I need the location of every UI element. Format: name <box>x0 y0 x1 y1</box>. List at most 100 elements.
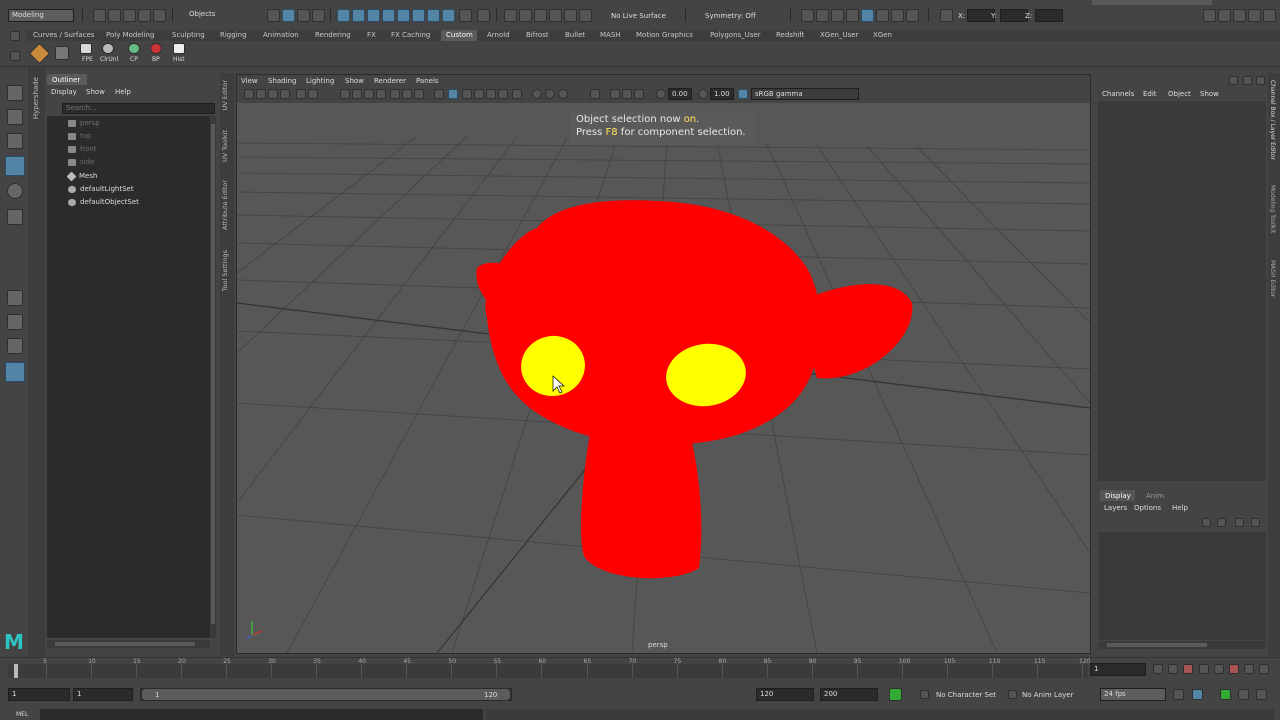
viewport-menu-shading[interactable]: Shading <box>268 76 296 86</box>
rotate-tool-icon[interactable] <box>7 183 23 199</box>
shelf-tab-arnold[interactable]: Arnold <box>487 30 510 41</box>
channel-box-icon-b[interactable] <box>1243 76 1252 85</box>
new-empty-layer-icon[interactable] <box>1235 518 1244 527</box>
render-settings-icon[interactable] <box>846 9 859 22</box>
redo-icon[interactable] <box>153 9 166 22</box>
layer-menu-help[interactable]: Help <box>1172 503 1188 513</box>
keys-icon[interactable] <box>1192 689 1203 700</box>
play-backwards-icon[interactable] <box>1199 664 1209 674</box>
character-set-dropdown[interactable]: No Character Set <box>936 690 996 700</box>
outliner-item-mesh[interactable]: Mesh <box>66 170 97 182</box>
outliner-menu-show[interactable]: Show <box>86 87 105 97</box>
shadows-icon[interactable] <box>498 89 508 99</box>
step-forward-key-icon[interactable] <box>1244 664 1254 674</box>
side-tab-uv-toolkit[interactable]: UV Toolkit <box>221 130 229 162</box>
side-by-side-view-icon[interactable] <box>7 338 23 354</box>
gate-mask-icon[interactable] <box>376 89 386 99</box>
arnold-ipr-icon[interactable] <box>891 9 904 22</box>
step-back-key-icon[interactable] <box>1168 664 1178 674</box>
symmetry-dropdown[interactable]: Symmetry: Off <box>705 11 756 21</box>
command-line-input[interactable] <box>40 709 483 720</box>
camera-select-icon[interactable] <box>244 89 254 99</box>
animation-end-field[interactable]: 200 <box>820 688 878 701</box>
command-line-language[interactable]: MEL <box>16 710 28 720</box>
side-tab-attribute-editor[interactable]: Attribute Editor <box>221 180 229 230</box>
fps-dropdown[interactable]: 24 fps <box>1100 688 1166 701</box>
shelf-tab-rendering[interactable]: Rendering <box>315 30 351 41</box>
animation-start-field[interactable]: 1 <box>8 688 70 701</box>
side-tab-mash-editor[interactable]: MASH Editor <box>1269 260 1276 297</box>
color-management-icon[interactable] <box>738 89 748 99</box>
shelf-settings-icon[interactable] <box>10 51 20 61</box>
two-d-pan-icon[interactable] <box>296 89 306 99</box>
layer-move-up-icon[interactable] <box>1202 518 1211 527</box>
outliner-horizontal-scrollbar[interactable] <box>47 640 210 648</box>
film-gate-icon[interactable] <box>352 89 362 99</box>
select-object-icon[interactable] <box>282 9 295 22</box>
mask-misc-icon[interactable] <box>442 9 455 22</box>
mask-render-icon[interactable] <box>427 9 440 22</box>
live-surface-label[interactable]: No Live Surface <box>611 11 666 21</box>
mask-dynamics-icon[interactable] <box>412 9 425 22</box>
mask-handles-icon[interactable] <box>337 9 350 22</box>
side-tab-tool-settings[interactable]: Tool Settings <box>221 250 229 291</box>
channel-menu-channels[interactable]: Channels <box>1102 89 1134 99</box>
render-frame-icon[interactable] <box>816 9 829 22</box>
mask-deformers-icon[interactable] <box>397 9 410 22</box>
xray-joints-icon[interactable] <box>610 89 620 99</box>
outliner-item-defaultobjectset[interactable]: defaultObjectSet <box>68 196 139 208</box>
anti-aliasing-icon[interactable] <box>558 89 568 99</box>
outliner-item-front[interactable]: front <box>68 143 97 155</box>
ambient-occlusion-icon[interactable] <box>532 89 542 99</box>
field-chart-icon[interactable] <box>390 89 400 99</box>
outliner-menu-help[interactable]: Help <box>115 87 131 97</box>
loop-icon[interactable] <box>1173 689 1184 700</box>
safe-action-icon[interactable] <box>402 89 412 99</box>
exposure-field[interactable]: 0.00 <box>668 88 692 100</box>
snap-grid-icon[interactable] <box>504 9 517 22</box>
channel-box-icon-c[interactable] <box>1256 76 1265 85</box>
viewport-canvas[interactable] <box>237 103 1090 653</box>
shelf-menu-icon[interactable] <box>10 31 20 41</box>
time-slider-track[interactable] <box>8 664 1088 678</box>
paint-select-tool-icon[interactable] <box>7 133 23 149</box>
shelf-tab-redshift[interactable]: Redshift <box>776 30 804 41</box>
safe-title-icon[interactable] <box>414 89 424 99</box>
shelf-tab-bifrost[interactable]: Bifrost <box>526 30 549 41</box>
anim-prefs-icon[interactable] <box>1238 689 1249 700</box>
use-lights-icon[interactable] <box>486 89 496 99</box>
shelf-tab-custom[interactable]: Custom <box>446 30 473 41</box>
exposure-icon[interactable] <box>656 89 666 99</box>
channel-menu-object[interactable]: Object <box>1168 89 1191 99</box>
viewport-menu-lighting[interactable]: Lighting <box>306 76 334 86</box>
play-forwards-icon[interactable] <box>1214 664 1224 674</box>
highlight-selection-icon[interactable] <box>477 9 490 22</box>
menu-set-dropdown[interactable]: Modeling <box>8 9 74 22</box>
pause-ipr-icon[interactable] <box>906 9 919 22</box>
mask-curves-icon[interactable] <box>367 9 380 22</box>
xray-active-icon[interactable] <box>622 89 632 99</box>
outliner-persp-layout-icon[interactable] <box>5 362 25 382</box>
channel-menu-show[interactable]: Show <box>1200 89 1219 99</box>
snap-point-icon[interactable] <box>534 9 547 22</box>
outliner-item-top[interactable]: top <box>68 130 91 142</box>
channel-box-icon[interactable] <box>1263 9 1276 22</box>
select-tool-icon[interactable] <box>7 85 23 101</box>
layer-tab-anim[interactable]: Anim <box>1146 491 1164 501</box>
shelf-fpe-icon[interactable] <box>80 43 92 54</box>
side-tab-channel-box[interactable]: Channel Box / Layer Editor <box>1269 80 1276 160</box>
make-live-icon[interactable] <box>564 9 577 22</box>
current-time-marker[interactable] <box>14 664 18 678</box>
lasso-tool-icon[interactable] <box>7 109 23 125</box>
anim-layer-dropdown[interactable]: No Anim Layer <box>1022 690 1073 700</box>
auto-key-icon[interactable] <box>889 688 902 701</box>
y-field[interactable] <box>1000 9 1028 22</box>
hypershade-side-tab[interactable]: Hypershade <box>31 67 45 657</box>
smooth-shade-icon[interactable] <box>448 89 458 99</box>
mask-joints-icon[interactable] <box>352 9 365 22</box>
z-field[interactable] <box>1035 9 1063 22</box>
shelf-tab-mash[interactable]: MASH <box>600 30 621 41</box>
current-frame-field[interactable]: 1 <box>1090 663 1146 676</box>
shelf-clrunl-icon[interactable] <box>102 43 114 54</box>
snap-view-plane-icon[interactable] <box>549 9 562 22</box>
